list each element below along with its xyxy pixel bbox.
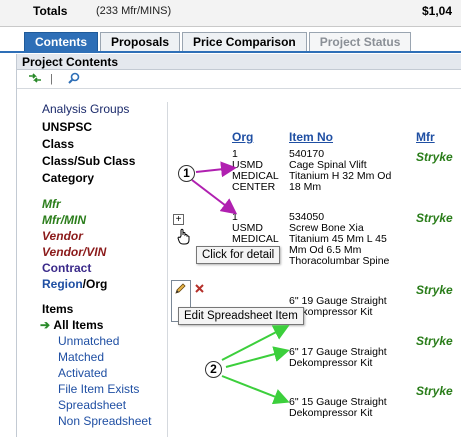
table-row-org: 1 USMD MEDICAL — [232, 212, 279, 245]
nav-mfr[interactable]: Mfr — [42, 197, 61, 211]
column-header-org[interactable]: Org — [232, 130, 253, 144]
nav-all-items-label[interactable]: All Items — [53, 318, 103, 332]
tab-proposals[interactable]: Proposals — [100, 32, 181, 52]
table-row-item: 6" 17 Gauge Straight Dekompressor Kit — [289, 347, 387, 369]
nav-vendor[interactable]: Vendor — [42, 229, 83, 243]
nav-class-subclass[interactable]: Class/Sub Class — [42, 154, 135, 168]
nav-filter-file-item-exists[interactable]: File Item Exists — [58, 382, 139, 396]
item-cell-line: Dekompressor Kit — [289, 357, 373, 369]
column-header-item-no[interactable]: Item No — [289, 130, 333, 144]
panel-title: Project Contents — [22, 55, 119, 69]
nav-unspsc[interactable]: UNSPSC — [42, 120, 92, 134]
callout-arrow-1b — [191, 179, 238, 215]
callout-arrow-2b — [225, 346, 290, 368]
nav-divider — [167, 102, 168, 437]
item-cell-line: Thoracolumbar Spine — [289, 255, 390, 267]
nav-category[interactable]: Category — [42, 171, 94, 185]
tab-contents[interactable]: Contents — [24, 32, 98, 52]
nav-class[interactable]: Class — [42, 137, 74, 151]
nav-region-org[interactable]: Region/Org — [42, 277, 107, 291]
item-cell-line: Dekompressor Kit — [289, 407, 373, 419]
table-row-org: 1 USMD MEDICAL CENTER — [232, 149, 279, 193]
callout-1: 1 — [178, 165, 195, 182]
mfr-cell[interactable]: Stryke — [416, 150, 453, 164]
callout-arrow-2c — [221, 375, 290, 405]
tooltip-click-for-detail: Click for detail — [196, 246, 281, 264]
mfr-cell[interactable]: Stryke — [416, 211, 453, 225]
panel-left-border — [16, 54, 17, 437]
tab-underline — [0, 51, 461, 53]
nav-contract[interactable]: Contract — [42, 261, 91, 275]
callout-arrow-2a — [221, 325, 290, 361]
nav-items-heading: Items — [42, 302, 74, 316]
delete-x-icon[interactable] — [194, 283, 205, 297]
panel-header: Project Contents — [16, 54, 461, 70]
tab-price-comparison[interactable]: Price Comparison — [182, 32, 307, 52]
nav-vendor-vin[interactable]: Vendor/VIN — [42, 245, 106, 259]
nav-all-items[interactable]: ➔ All Items — [40, 318, 103, 332]
org-cell-line: MEDICAL — [232, 233, 279, 245]
nav-filter-non-spreadsheet[interactable]: Non Spreadsheet — [58, 414, 151, 428]
nav-analysis-groups[interactable]: Analysis Groups — [42, 102, 129, 116]
toolbar-separator: | — [50, 73, 53, 85]
callout-2: 2 — [205, 361, 222, 378]
refresh-arrows-icon[interactable] — [28, 72, 42, 87]
totals-amount: $1,04 — [422, 4, 453, 18]
tooltip-edit-spreadsheet-item: Edit Spreadsheet Item — [178, 307, 304, 325]
nav-filter-activated[interactable]: Activated — [58, 366, 107, 380]
callout-arrow-1a — [195, 161, 237, 178]
mfr-cell[interactable]: Stryke — [416, 283, 453, 297]
table-row-item: 6" 15 Gauge Straight Dekompressor Kit — [289, 397, 387, 419]
nav-filter-unmatched[interactable]: Unmatched — [58, 334, 119, 348]
table-row-item: 534050 Screw Bone Xia Titanium 45 Mm L 4… — [289, 212, 389, 267]
expand-row-button[interactable]: + — [173, 214, 184, 225]
org-cell-line: CENTER — [232, 181, 276, 193]
table-row-item: 540170 Cage Spinal Vlift Titanium H 32 M… — [289, 149, 391, 193]
totals-label: Totals — [33, 4, 68, 18]
pencil-icon[interactable] — [174, 283, 186, 298]
item-cell-line: 18 Mm — [289, 181, 322, 193]
nav-filter-spreadsheet[interactable]: Spreadsheet — [58, 398, 126, 412]
tab-bar: Contents Proposals Price Comparison Proj… — [24, 32, 413, 52]
hand-cursor-icon — [177, 228, 191, 250]
nav-mfr-min[interactable]: Mfr/MIN — [42, 213, 86, 227]
mfr-cell[interactable]: Stryke — [416, 334, 453, 348]
totals-count: (233 Mfr/MINS) — [96, 5, 172, 17]
mfr-cell[interactable]: Stryke — [416, 384, 453, 398]
nav-region[interactable]: Region — [42, 277, 83, 291]
nav-org[interactable]: /Org — [83, 277, 108, 291]
tab-project-status: Project Status — [308, 32, 412, 52]
green-arrow-icon: ➔ — [40, 318, 51, 332]
panel-toolbar: | — [16, 71, 461, 89]
column-header-mfr[interactable]: Mfr — [416, 130, 435, 144]
nav-filter-matched[interactable]: Matched — [58, 350, 104, 364]
search-icon[interactable] — [68, 72, 80, 87]
totals-bar: Totals (233 Mfr/MINS) $1,04 — [0, 0, 461, 27]
